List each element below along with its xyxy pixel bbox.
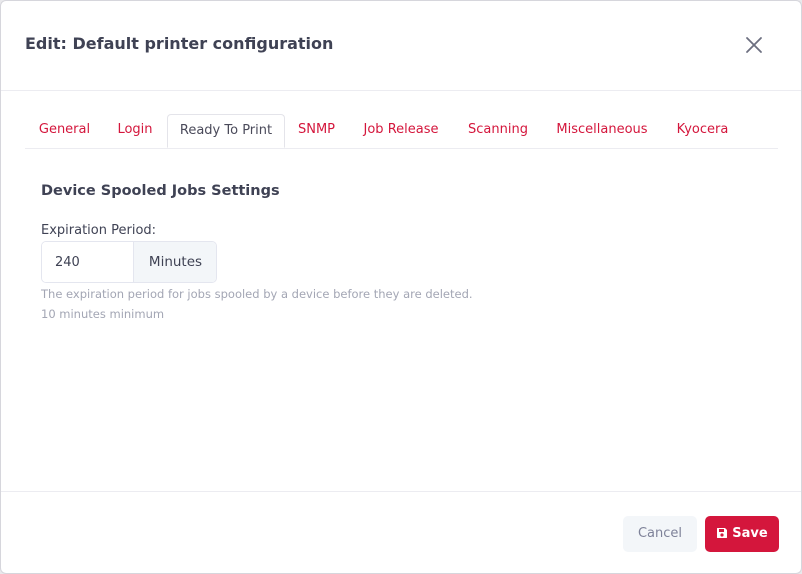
expiration-minimum-text: 10 minutes minimum <box>41 307 165 321</box>
cancel-button[interactable]: Cancel <box>623 516 697 552</box>
section-title: Device Spooled Jobs Settings <box>41 183 280 199</box>
tab-scanning[interactable]: Scanning <box>454 114 542 148</box>
cancel-button-label: Cancel <box>637 526 683 541</box>
tab-job-release[interactable]: Job Release <box>348 114 454 148</box>
dialog-title: Edit: Default printer configuration <box>25 34 334 53</box>
save-button[interactable]: Save <box>705 516 779 552</box>
expiration-unit-addon: Minutes <box>133 242 216 282</box>
dialog-header: Edit: Default printer configuration <box>1 1 801 91</box>
save-icon <box>717 527 728 538</box>
tab-bar: General Login Ready To Print SNMP Job Re… <box>25 114 778 149</box>
expiration-period-input[interactable] <box>42 242 133 282</box>
tab-login[interactable]: Login <box>104 114 166 148</box>
save-button-label: Save <box>732 526 768 541</box>
close-button[interactable] <box>743 34 765 56</box>
expiration-help-text: The expiration period for jobs spooled b… <box>41 287 473 301</box>
close-icon <box>746 37 762 53</box>
tab-general[interactable]: General <box>25 114 104 148</box>
expiration-period-input-group: Minutes <box>41 241 217 283</box>
edit-printer-config-dialog: Edit: Default printer configuration Gene… <box>0 0 802 574</box>
tab-snmp[interactable]: SNMP <box>285 114 348 148</box>
tab-kyocera[interactable]: Kyocera <box>662 114 743 148</box>
expiration-period-label: Expiration Period: <box>41 223 157 238</box>
tab-miscellaneous[interactable]: Miscellaneous <box>542 114 662 148</box>
dialog-footer: Cancel Save <box>1 491 801 574</box>
tab-ready-to-print[interactable]: Ready To Print <box>167 114 285 148</box>
